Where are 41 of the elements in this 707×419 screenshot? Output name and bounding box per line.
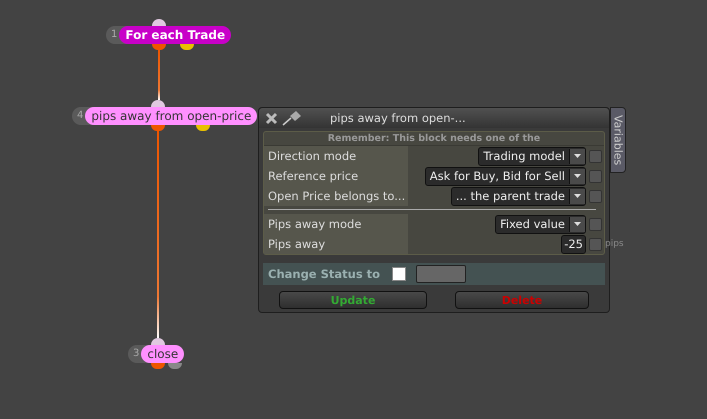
port-icon[interactable] (151, 338, 165, 345)
caret-icon (574, 154, 581, 158)
variables-tab[interactable]: Variables (610, 107, 626, 173)
field-label: Direction mode (264, 146, 408, 166)
pin-icon[interactable] (282, 110, 302, 126)
caret-icon (574, 194, 581, 198)
port-icon[interactable] (168, 363, 182, 369)
port-icon[interactable] (152, 44, 166, 50)
port-icon[interactable] (151, 125, 165, 131)
checkbox[interactable] (589, 238, 602, 250)
port-icon[interactable] (151, 363, 165, 369)
unit-label: pips (605, 239, 625, 249)
update-button[interactable]: Update (279, 291, 427, 309)
checkbox[interactable] (589, 170, 602, 182)
checkbox[interactable] (589, 190, 602, 202)
field-label: Reference price (264, 166, 408, 186)
status-label: Change Status to (268, 267, 380, 281)
field-label: Open Price belongs to... (264, 186, 408, 206)
field-label: Pips away (264, 234, 408, 254)
checkbox[interactable] (589, 150, 602, 162)
close-icon[interactable] (265, 112, 278, 124)
checkbox[interactable] (589, 218, 602, 230)
caret-icon (574, 222, 581, 226)
dropdown[interactable]: Fixed value (495, 214, 586, 234)
dropdown[interactable]: Trading model (478, 146, 586, 166)
dropdown[interactable]: ... the parent trade (450, 186, 586, 206)
node-label[interactable]: close (141, 345, 184, 363)
caret-icon (574, 174, 581, 178)
connector-line (158, 50, 160, 100)
field-label: Pips away mode (264, 214, 408, 234)
port-icon[interactable] (152, 19, 166, 26)
number-field[interactable]: -25 (561, 234, 586, 254)
port-icon[interactable] (151, 100, 165, 107)
node-label[interactable]: For each Trade (119, 26, 232, 44)
color-swatch[interactable] (416, 265, 466, 283)
port-icon[interactable] (180, 44, 194, 50)
port-icon[interactable] (196, 125, 210, 131)
checkbox[interactable] (392, 267, 406, 281)
node-label[interactable]: pips away from open-price (85, 107, 258, 125)
dialog-title: pips away from open-... (330, 111, 466, 125)
dropdown[interactable]: Ask for Buy, Bid for Sell (424, 166, 586, 186)
